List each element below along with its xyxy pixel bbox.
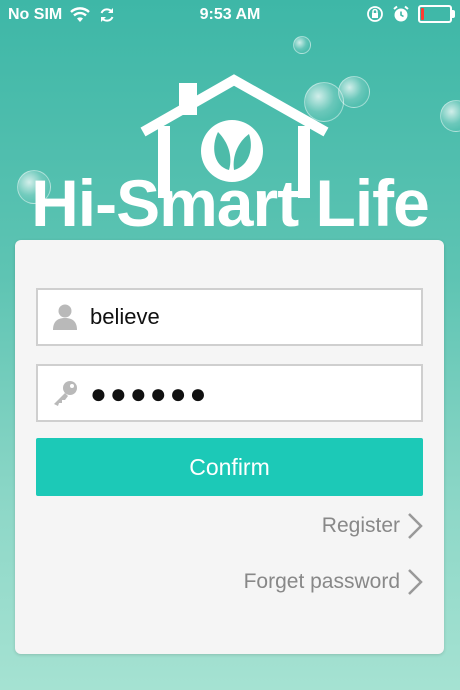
orientation-lock-icon	[367, 6, 383, 22]
confirm-button[interactable]: Confirm	[36, 438, 423, 496]
login-card: ●●●●●● Confirm Register Forget password	[15, 240, 444, 654]
logo-text: Hi-Smart Life	[31, 166, 430, 240]
key-icon	[54, 381, 77, 406]
battery-level	[421, 8, 424, 20]
username-field[interactable]	[36, 288, 423, 346]
status-bar: No SIM 9:53 AM	[0, 0, 460, 30]
username-input[interactable]	[90, 298, 410, 336]
user-icon	[53, 304, 77, 330]
bubble-decoration	[293, 36, 311, 54]
battery-icon	[418, 5, 455, 23]
register-link[interactable]: Register	[322, 512, 424, 540]
status-right	[366, 5, 455, 23]
app-logo: Hi-Smart Life	[0, 70, 460, 250]
alarm-icon	[393, 5, 409, 22]
forget-password-link[interactable]: Forget password	[244, 568, 424, 596]
register-label: Register	[321, 514, 400, 537]
password-input[interactable]: ●●●●●●	[90, 379, 209, 409]
chevron-right-icon	[408, 569, 423, 595]
forget-password-label: Forget password	[243, 570, 400, 593]
password-field[interactable]: ●●●●●●	[36, 364, 423, 422]
chevron-right-icon	[408, 513, 423, 539]
